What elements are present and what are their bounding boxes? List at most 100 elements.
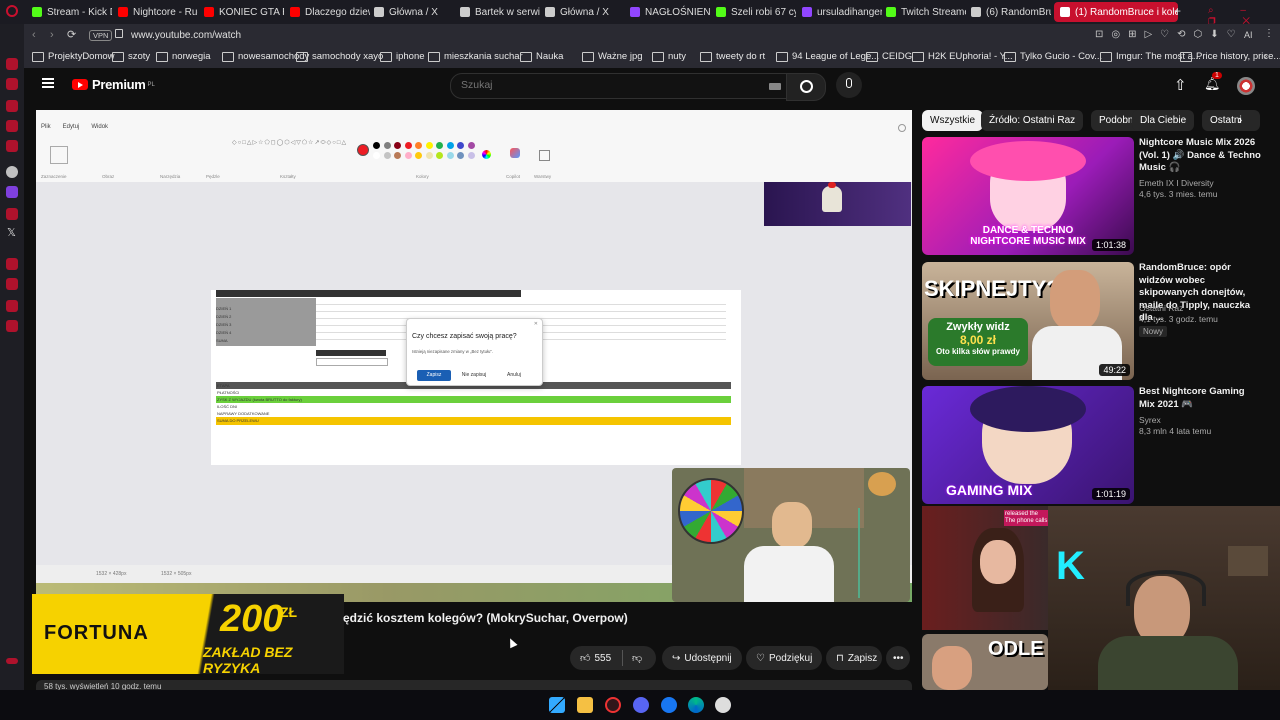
color-swatch[interactable] (467, 142, 475, 149)
vpn-badge[interactable]: VPN (89, 30, 113, 41)
browser-tab[interactable]: (1) RandomBruce i kole (1054, 2, 1178, 22)
sidebar-icon-8[interactable] (6, 278, 18, 290)
sidebar-icon-10[interactable] (6, 320, 18, 332)
browser-tab[interactable]: (6) RandomBruc (971, 2, 1051, 22)
bookmark-item[interactable]: Nauka (520, 51, 563, 62)
browser-tab[interactable]: Dlaczego dziewc (290, 2, 370, 22)
settings-icon[interactable] (6, 166, 18, 178)
app-icon[interactable] (661, 697, 677, 713)
color-swatch[interactable] (394, 152, 401, 159)
url-field[interactable]: www.youtube.com/watch (131, 30, 241, 41)
thanks-button[interactable]: ♡ Podziękuj (746, 646, 822, 670)
keyboard-icon[interactable] (769, 83, 781, 90)
back-icon[interactable]: ‹ (32, 29, 36, 41)
sidebar-icon-6[interactable] (6, 208, 18, 220)
hamburger-menu-icon[interactable] (42, 78, 54, 88)
recommendation-thumbnail[interactable]: ODLE (922, 634, 1048, 690)
sidebar-icon-5[interactable] (6, 140, 18, 152)
forward-icon[interactable]: › (50, 29, 54, 41)
description-box[interactable]: 58 tys. wyświetleń 10 godz. temu (36, 680, 912, 690)
sidebar-icon-4[interactable] (6, 120, 18, 132)
create-upload-icon[interactable]: ⇧ (1174, 76, 1187, 94)
search-box[interactable] (450, 73, 812, 99)
sidebar-icon-3[interactable] (6, 100, 18, 112)
color-swatch[interactable] (425, 152, 433, 159)
bookmark-item[interactable]: Tylko Gucio - Cov... (1004, 51, 1102, 62)
discord-icon[interactable] (633, 697, 649, 713)
browser-tab[interactable]: Główna / X (545, 2, 609, 22)
color-swatch[interactable] (373, 152, 380, 159)
paint-color-wheel-icon[interactable] (482, 150, 491, 159)
sidebar-icon-2[interactable] (6, 78, 18, 90)
fortuna-ad-banner[interactable]: FORTUNA 200 ZŁ ZAKŁAD BEZ RYZYKA (32, 594, 344, 674)
sidebar-icon-1[interactable] (6, 58, 18, 70)
browser-tab[interactable]: KONIEC GTA RP (204, 2, 284, 22)
bookmark-item[interactable]: nuty (652, 51, 686, 62)
color-swatch[interactable] (373, 142, 380, 149)
new-tab-button[interactable]: + (1174, 4, 1181, 18)
start-menu-icon[interactable] (549, 697, 565, 713)
opera-logo-icon[interactable] (6, 5, 18, 17)
color-swatch[interactable] (446, 142, 454, 149)
youtube-logo[interactable]: Premium PL (72, 77, 155, 92)
recommendation-title[interactable]: Best Nightcore Gaming Mix 2021 🎮 (1139, 386, 1261, 411)
chip-for-you[interactable]: Dla Ciebie (1132, 110, 1195, 131)
browser-tab[interactable]: ursuladihanger (802, 2, 882, 22)
edge-icon[interactable] (688, 697, 704, 713)
recommendation-title[interactable]: Nightcore Music Mix 2026 (Vol. 1) 🔊 Danc… (1139, 137, 1261, 175)
dialog-close-icon[interactable]: ✕ (534, 321, 538, 327)
opera-taskbar-icon[interactable] (605, 697, 621, 713)
bookmark-item[interactable]: 94 League of Lege... (776, 51, 879, 62)
bookmark-item[interactable]: iphone (380, 51, 425, 62)
bookmark-item[interactable]: norwegia (156, 51, 211, 62)
browser-tab[interactable]: Główna / X (374, 2, 438, 22)
save-button[interactable]: ⊓ Zapisz (826, 646, 882, 670)
browser-tab[interactable]: Twitch Streamers (886, 2, 966, 22)
bookmarks-overflow-icon[interactable]: › (1264, 51, 1267, 62)
dialog-save-button[interactable]: Zapisz (417, 370, 451, 381)
bookmark-item[interactable]: CEIDG (866, 51, 912, 62)
color-swatch[interactable] (457, 152, 464, 159)
paint-menu-view[interactable]: Widok (91, 124, 108, 130)
recommendation-channel[interactable]: Emeth IX I Diversity (1139, 178, 1214, 188)
avatar[interactable] (1237, 77, 1255, 95)
paint-menu-file[interactable]: Plik (41, 124, 51, 130)
paint-selected-color[interactable] (357, 144, 369, 156)
bookmark-item[interactable]: ProjektyDomow (32, 51, 115, 62)
twitch-icon[interactable] (6, 186, 18, 198)
color-swatch[interactable] (404, 152, 412, 159)
search-input[interactable] (459, 78, 763, 92)
browser-tab[interactable]: Nightcore - Rude (118, 2, 198, 22)
color-swatch[interactable] (383, 142, 391, 149)
bookmark-item[interactable]: H2K EUphoria! - Y... (912, 51, 1013, 62)
ai-button[interactable]: AI (1244, 30, 1253, 40)
color-swatch[interactable] (446, 152, 454, 159)
sidebar-icon-7[interactable] (6, 258, 18, 270)
like-button[interactable]: 👍︎ 555 👎︎ (570, 646, 656, 670)
color-swatch[interactable] (457, 142, 464, 149)
bookmark-item[interactable]: Ważne jpg (582, 51, 643, 62)
bookmark-item[interactable]: samochody xayo (296, 51, 383, 62)
voice-search-button[interactable] (836, 72, 862, 98)
chip-latest[interactable]: Ostatni (1202, 110, 1260, 131)
file-explorer-icon[interactable] (577, 697, 593, 713)
chip-source[interactable]: Źródło: Ostatni Raz (981, 110, 1084, 131)
browser-tab[interactable]: Stream - Kick Da (32, 2, 112, 22)
color-swatch[interactable] (415, 142, 422, 149)
browser-tab[interactable]: Szeli robi 67 cyc (716, 2, 796, 22)
sidebar-icon-9[interactable] (6, 300, 18, 312)
toolbar-icons[interactable]: ⊡◎⊞▷♡⟲⬡⬇♡ (1095, 29, 1244, 40)
color-swatch[interactable] (467, 152, 475, 159)
browser-tab[interactable]: NAGŁOŚNIENIE (630, 2, 710, 22)
color-swatch[interactable] (436, 152, 443, 159)
more-actions-button[interactable]: ••• (886, 646, 910, 670)
recommendation-thumbnail[interactable]: GAMING MIX 1:01:19 (922, 386, 1134, 504)
dialog-nosave-button[interactable]: Nie zapisuj (457, 370, 491, 381)
dialog-cancel-button[interactable]: Anuluj (497, 370, 531, 381)
chip-all[interactable]: Wszystkie (922, 110, 983, 131)
bookmark-item[interactable]: tweety do rt (700, 51, 765, 62)
recommendation-thumbnail[interactable]: SKIPNEJTY? Zwykły widz 8,00 zł Oto kilka… (922, 262, 1134, 380)
share-button[interactable]: ↪ Udostępnij (662, 646, 742, 670)
copilot-icon[interactable] (510, 148, 520, 158)
browser-tab[interactable]: Bartek w serwis (460, 2, 540, 22)
